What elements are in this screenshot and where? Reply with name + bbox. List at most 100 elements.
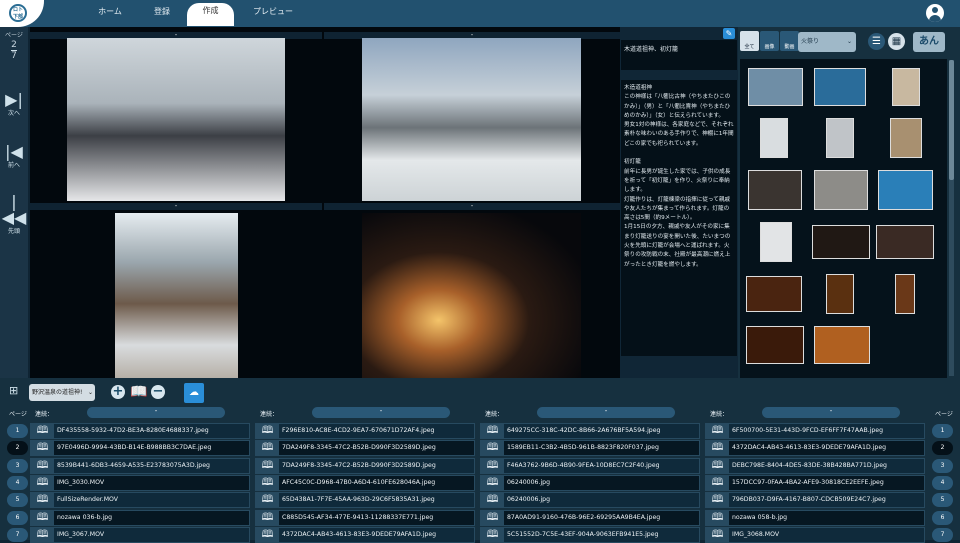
media-thumbnail[interactable]	[748, 170, 802, 210]
media-scrollbar[interactable]	[949, 60, 954, 376]
file-row[interactable]: 🕮 796DB037-D9FA-4167-B807-CDCB509E24C7.jp…	[705, 492, 925, 509]
media-thumbnail[interactable]	[878, 170, 933, 210]
book-icon[interactable]: 🕮	[706, 424, 729, 438]
book-icon[interactable]: 🕮	[481, 441, 504, 456]
page-button-left[interactable]: 2	[7, 441, 28, 456]
file-row[interactable]: 🕮 65D438A1-7F7E-45AA-963D-29C6F5835A31.jp…	[255, 492, 475, 509]
prev-button[interactable]: |◀ 前へ	[0, 144, 28, 170]
media-thumbnail[interactable]	[890, 118, 922, 158]
user-avatar-icon[interactable]	[926, 4, 944, 22]
book-icon[interactable]: 🕮	[481, 475, 504, 490]
page-button-right[interactable]: 6	[932, 510, 953, 525]
file-row[interactable]: 🕮 06240006.jpg	[480, 492, 700, 509]
page-button-left[interactable]: 4	[7, 475, 28, 490]
list-view-icon[interactable]: ☰	[868, 33, 885, 50]
column-header-bar[interactable]: -	[762, 407, 900, 418]
file-row[interactable]: 🕮 nozawa 058-b.jpg	[705, 509, 925, 526]
book-icon[interactable]: 🕮	[481, 510, 504, 525]
page-button-right[interactable]: 1	[932, 424, 953, 438]
page-button-right[interactable]: 2	[932, 441, 953, 456]
file-row[interactable]: 🕮 F296E810-AC8E-4CD2-9EA7-670671D72AF4.jp…	[255, 423, 475, 439]
book-icon[interactable]: 🕮	[31, 475, 54, 490]
file-row[interactable]: 🕮 IMG_3067.MOV	[30, 526, 250, 543]
media-thumbnail[interactable]	[760, 118, 788, 158]
book-icon[interactable]: 🕮	[31, 441, 54, 456]
photo-slot-1[interactable]: -	[30, 32, 322, 202]
file-row[interactable]: 🕮 7DA249F8-3345-47C2-B52B-D990F3D2589D.jp…	[255, 440, 475, 457]
page-button-right[interactable]: 4	[932, 475, 953, 490]
grid-view-icon[interactable]: ▦	[888, 33, 905, 50]
book-icon[interactable]: 🕮	[481, 424, 504, 438]
column-header-bar[interactable]: -	[312, 407, 450, 418]
page-button-right[interactable]: 3	[932, 458, 953, 473]
edit-pencil-icon[interactable]: ✎	[723, 28, 735, 39]
file-row[interactable]: 🕮 97E0496D-9994-43BD-B14E-B988BB3C7DAE.jp…	[30, 440, 250, 457]
media-thumbnail[interactable]	[826, 274, 854, 314]
file-row[interactable]: 🕮 nozawa 036-b.jpg	[30, 509, 250, 526]
file-row[interactable]: 🕮 1589EB11-C3B2-4B5D-961B-8823F820F037.jp…	[480, 440, 700, 457]
next-button[interactable]: ▶| 次へ	[0, 92, 28, 118]
photo-slot-2[interactable]: -	[324, 32, 620, 202]
file-row[interactable]: 🕮 IMG_3030.MOV	[30, 474, 250, 491]
media-thumbnail[interactable]	[895, 274, 915, 314]
photo-slot-3[interactable]: -	[30, 203, 322, 378]
filter-all-button[interactable]: 全て	[740, 31, 759, 51]
book-icon[interactable]: 🕮	[256, 510, 279, 525]
page-button-left[interactable]: 6	[7, 510, 28, 525]
description-text[interactable]: 木造道祖神 この神様は「八衢比古神（やちまたひこのかみ）」（男）と「八衢比賣神（…	[621, 80, 737, 356]
book-icon[interactable]: 🕮	[31, 458, 54, 473]
media-thumbnail[interactable]	[876, 225, 934, 259]
file-row[interactable]: 🕮 AFC45C0C-D968-47B0-A6D4-610FE628046A.jp…	[255, 474, 475, 491]
book-icon[interactable]: 🕮	[706, 441, 729, 456]
file-row[interactable]: 🕮 87A0AD91-9160-476B-96E2-69295AA9B4EA.jp…	[480, 509, 700, 526]
book-icon[interactable]: 🕮	[256, 424, 279, 438]
nav-preview[interactable]: プレビュー	[245, 4, 301, 27]
page-button-left[interactable]: 5	[7, 493, 28, 508]
file-row[interactable]: 🕮 4372DAC4-AB43-4613-83E3-9DEDE79AFA1D.jp…	[255, 526, 475, 543]
book-icon[interactable]: 🕮	[706, 458, 729, 473]
filter-video-button[interactable]: 動画	[780, 31, 799, 51]
file-row[interactable]: 🕮 649275CC-318C-42DC-8B66-2A676BF5A594.jp…	[480, 423, 700, 439]
book-icon[interactable]: 📖	[130, 384, 147, 400]
remove-button[interactable]: −	[151, 385, 165, 399]
file-row[interactable]: 🕮 7DA249F8-3345-47C2-B52B-D990F3D2589D.jp…	[255, 457, 475, 474]
add-button[interactable]: +	[111, 385, 125, 399]
nav-register[interactable]: 登録	[142, 4, 182, 27]
file-row[interactable]: 🕮 FullSizeRender.MOV	[30, 492, 250, 509]
book-icon[interactable]: 🕮	[481, 458, 504, 473]
file-row[interactable]: 🕮 F46A3762-9B6D-4B90-9FEA-10D8EC7C2F40.jp…	[480, 457, 700, 474]
upload-cloud-icon[interactable]: ☁	[184, 383, 204, 403]
file-row[interactable]: 🕮 06240006.jpg	[480, 474, 700, 491]
file-row[interactable]: 🕮 4372DAC4-AB43-4613-83E3-9DEDE79AFA1D.jp…	[705, 440, 925, 457]
book-icon[interactable]: 🕮	[706, 493, 729, 508]
photo-slot-4[interactable]: -	[324, 203, 620, 378]
first-button[interactable]: |◀◀ 先頭	[0, 194, 28, 236]
media-thumbnail[interactable]	[814, 326, 870, 364]
media-thumbnail[interactable]	[814, 68, 866, 106]
category-select[interactable]: 火祭り ⌄	[798, 32, 856, 52]
book-icon[interactable]: 🕮	[31, 493, 54, 508]
layout-icon[interactable]: ⊞	[9, 385, 21, 397]
media-thumbnail[interactable]	[760, 222, 792, 262]
file-row[interactable]: 🕮 5C51552D-7C5E-43EF-904A-9063EFB941E5.jp…	[480, 526, 700, 543]
nav-home[interactable]: ホーム	[90, 4, 130, 27]
file-row[interactable]: 🕮 8539B441-6DB3-4659-A535-E23783075A3D.jp…	[30, 457, 250, 474]
album-select[interactable]: 野沢温泉の道祖神! ⌄	[29, 384, 95, 401]
column-header-bar[interactable]: -	[87, 407, 225, 418]
file-row[interactable]: 🕮 6F500700-5E31-443D-9FCD-EF6FF7F47AAB.jp…	[705, 423, 925, 439]
filter-image-button[interactable]: 画像	[760, 31, 779, 51]
book-icon[interactable]: 🕮	[31, 424, 54, 438]
book-icon[interactable]: 🕮	[31, 510, 54, 525]
media-thumbnail[interactable]	[746, 326, 804, 364]
page-button-right[interactable]: 5	[932, 493, 953, 508]
file-row[interactable]: 🕮 IMG_3068.MOV	[705, 526, 925, 543]
book-icon[interactable]: 🕮	[481, 493, 504, 508]
book-icon[interactable]: 🕮	[256, 475, 279, 490]
file-row[interactable]: 🕮 157DCC97-0FAA-4BA2-AFE9-30818CE2EEFE.jp…	[705, 474, 925, 491]
book-icon[interactable]: 🕮	[256, 441, 279, 456]
title-text[interactable]: 木道道祖神、初灯籠	[621, 40, 737, 70]
media-thumbnail[interactable]	[826, 118, 854, 158]
book-icon[interactable]: 🕮	[256, 458, 279, 473]
column-header-bar[interactable]: -	[537, 407, 675, 418]
media-thumbnail[interactable]	[814, 170, 868, 210]
